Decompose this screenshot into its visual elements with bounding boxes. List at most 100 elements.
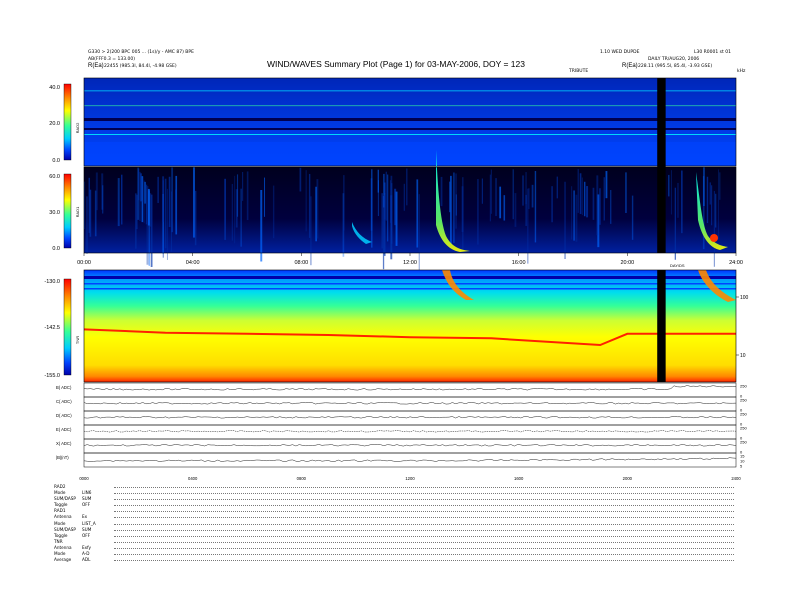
rad1-streak: [512, 169, 514, 220]
line-panels: B( ADC) 2500C( ADC) 2500D( ADC) 2500E( ADC)…: [56, 382, 747, 469]
line-panel-label: |B|(nT): [56, 455, 69, 460]
rad1-streak: [579, 173, 582, 214]
rad1-streak: [416, 179, 419, 248]
status-value: A-D: [82, 551, 90, 557]
rad1-streak: [390, 175, 393, 253]
rad2-cbar-tick: 0.0: [52, 158, 60, 164]
status-leader: [114, 554, 734, 556]
rad1-streak: [305, 170, 307, 232]
rad1-streak: [677, 182, 679, 218]
rad1-streak: [246, 171, 249, 221]
rad1-streak: [709, 182, 711, 205]
rad1-streak: [592, 187, 595, 220]
rad1-streak: [577, 169, 579, 213]
line-panel-frame: [83, 396, 737, 412]
time-tick-label: 12:00: [403, 260, 417, 266]
rad1-streak: [527, 188, 529, 264]
line-panel-trace: [83, 416, 737, 419]
rad2-colorbar: [63, 83, 72, 161]
status-key: Toggle: [54, 502, 68, 508]
data-gap: [657, 78, 666, 253]
line-panel-trace: [83, 402, 737, 405]
data-gap: [657, 270, 666, 382]
tnr-band: [84, 288, 736, 290]
rad1-streak: [490, 169, 492, 214]
rad1-streak: [596, 175, 599, 236]
rad1-streak: [571, 186, 573, 240]
rad1-streak: [495, 178, 498, 217]
rad1-streak: [586, 186, 589, 218]
rad1-streak: [719, 172, 721, 200]
rad1-streak: [575, 194, 578, 242]
line-panel-frame: [83, 382, 737, 398]
status-value: LIN6: [82, 490, 92, 496]
time-tick-label: 08:00: [294, 260, 308, 266]
rad1-streak: [715, 193, 717, 228]
rad1-streak: [603, 177, 605, 221]
line-panel-label: X( ADC): [56, 441, 72, 446]
rad1-streak: [581, 177, 583, 216]
rad1-streak: [272, 185, 275, 239]
rad1-streak: [418, 194, 420, 273]
rad1-streak: [551, 186, 553, 223]
rad1-streak: [381, 193, 383, 249]
tnr-right-tick: 100: [740, 295, 749, 301]
line-panel-trace: [83, 430, 737, 433]
line-panel-label: C( ADC): [56, 399, 72, 404]
tnr-colorbar: [63, 278, 72, 376]
status-key: SUM/DASP: [54, 526, 76, 532]
rad1-streak: [406, 168, 408, 206]
line-panel-right-tick: 5: [740, 464, 743, 469]
rad1-streak: [157, 176, 159, 203]
rad1-streak: [138, 169, 140, 201]
tnr-cbar-tick: -142.5: [44, 325, 60, 331]
rad1-streak: [440, 176, 443, 207]
bottom-time-axis: 0000 0400 0800 1200 1600 2000 2400: [79, 476, 741, 481]
line-panel-trace: [83, 444, 737, 447]
status-value: ADL: [82, 557, 91, 563]
status-key: Antenna: [54, 544, 72, 550]
rad1-streak: [534, 171, 537, 243]
line-panel-trace: [83, 385, 737, 391]
rad1-streak: [528, 188, 530, 210]
rad1-streak: [395, 191, 398, 246]
rad1-streak: [86, 196, 88, 254]
rad1-streak: [310, 196, 312, 266]
rad2-ylabel: RAD2: [75, 122, 80, 133]
rad1-ylabel: RAD1: [75, 206, 80, 217]
time-tick-label: 20:00: [620, 260, 634, 266]
status-value: OFF: [82, 502, 91, 508]
rad1-streak: [95, 172, 98, 211]
rad1-streak: [605, 171, 608, 199]
rad1-streak: [531, 184, 534, 208]
status-block: RAD2 Mode LIN6 SUM/DASP SUM Toggle OFF RAD1 Ante…: [54, 484, 734, 563]
rad2-cbar-tick: 40.0: [49, 85, 60, 91]
rad2-band: [84, 134, 736, 135]
status-key: Toggle: [54, 532, 68, 538]
rad1-streak: [403, 183, 405, 211]
rad1-streak: [718, 169, 719, 240]
status-key: RAD1: [54, 508, 66, 514]
rad1-streak: [503, 195, 506, 221]
tnr-right-tick: 10: [740, 353, 746, 359]
rad1-streak: [462, 177, 464, 249]
rad1-streak: [144, 181, 146, 204]
status-value: SUM: [82, 496, 92, 502]
bottom-time-tick-label: 2000: [623, 476, 633, 481]
status-key: Mode: [54, 520, 66, 526]
rad1-streak: [564, 181, 566, 260]
rad1-streak: [166, 188, 168, 260]
tnr-cbar-tick: -130.0: [44, 279, 60, 285]
rad1-streak: [231, 183, 233, 241]
rad1-streak: [371, 169, 373, 248]
status-value: OFF: [82, 532, 91, 538]
line-panel-right-tick: 250: [740, 384, 747, 389]
time-axis: 00:00 04:00 08:00 12:00 16:00 20:00 24:00: [77, 253, 743, 266]
rad1-streak: [499, 186, 502, 219]
line-panel-label: E( ADC): [56, 427, 72, 432]
bottom-time-tick-label: 1600: [514, 476, 524, 481]
rad1-streak: [236, 174, 239, 217]
rad1-cbar-tick: 30.0: [49, 210, 60, 216]
line-panel-right-tick: 250: [740, 412, 747, 417]
rad1-burst-core: [710, 234, 718, 242]
